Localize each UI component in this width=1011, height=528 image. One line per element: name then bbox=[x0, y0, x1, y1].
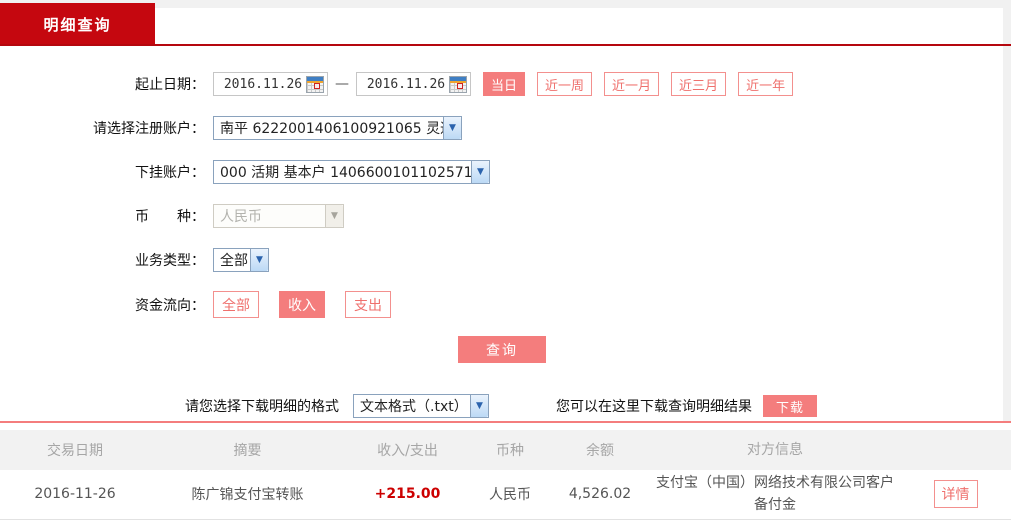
register-account-row: 请选择注册账户： 南平 6222001406100921065 灵通卡 ▼ bbox=[0, 115, 1004, 141]
detail-query-page: 明细查询 起止日期： 2016.11.26 — 2016.11.26 当日 近一… bbox=[0, 0, 1011, 528]
chevron-down-icon: ▼ bbox=[325, 205, 343, 227]
sub-account-value: 000 活期 基本户 1406600101102571848 bbox=[214, 162, 471, 182]
date-to-input[interactable]: 2016.11.26 bbox=[356, 72, 471, 96]
table-row: 2016-11-26 陈广锦支付宝转账 +215.00 人民币 4,526.02… bbox=[0, 470, 1011, 520]
date-separator: — bbox=[335, 76, 349, 92]
header-amount: 收入/支出 bbox=[345, 438, 470, 462]
right-gray-strip bbox=[1003, 8, 1011, 422]
fund-flow-row: 资金流向： 全部 收入 支出 bbox=[0, 291, 1004, 318]
query-button[interactable]: 查询 bbox=[458, 336, 546, 363]
register-account-label: 请选择注册账户： bbox=[0, 118, 205, 138]
tab-detail-query[interactable]: 明细查询 bbox=[0, 3, 155, 45]
calendar-icon[interactable] bbox=[449, 76, 467, 93]
download-button[interactable]: 下载 bbox=[763, 395, 817, 417]
quick-range-today-button[interactable]: 当日 bbox=[483, 72, 525, 96]
fund-flow-label: 资金流向： bbox=[0, 295, 205, 315]
row-balance: 4,526.02 bbox=[550, 484, 650, 504]
chevron-down-icon[interactable]: ▼ bbox=[250, 249, 268, 271]
row-date: 2016-11-26 bbox=[0, 484, 150, 504]
currency-row: 币 种： 人民币 ▼ bbox=[0, 203, 1004, 229]
currency-select: 人民币 ▼ bbox=[213, 204, 344, 228]
sub-account-field: 000 活期 基本户 1406600101102571848 ▼ bbox=[213, 160, 490, 184]
table-top-divider bbox=[0, 421, 1011, 423]
row-summary: 陈广锦支付宝转账 bbox=[150, 482, 345, 506]
date-range-fields: 2016.11.26 — 2016.11.26 当日 近一周 近一月 近三月 近… bbox=[213, 72, 793, 96]
row-counterparty: 支付宝（中国）网络技术有限公司客户备付金 bbox=[650, 470, 900, 519]
register-account-field: 南平 6222001406100921065 灵通卡 ▼ bbox=[213, 116, 462, 140]
detail-button[interactable]: 详情 bbox=[934, 480, 978, 508]
fund-flow-expense-button[interactable]: 支出 bbox=[345, 291, 391, 318]
business-type-value: 全部 bbox=[214, 250, 250, 270]
query-form: 起止日期： 2016.11.26 — 2016.11.26 当日 近一周 近一月… bbox=[0, 71, 1004, 418]
download-row: 请您选择下载明细的格式 文本格式（.txt） ▼ 您可以在这里下载查询明细结果 … bbox=[0, 394, 1004, 418]
download-format-value: 文本格式（.txt） bbox=[354, 396, 470, 416]
chevron-down-icon[interactable]: ▼ bbox=[443, 117, 461, 139]
sub-account-label: 下挂账户： bbox=[0, 162, 205, 182]
table-header-row: 交易日期 摘要 收入/支出 币种 余额 对方信息 bbox=[0, 430, 1011, 470]
business-type-label: 业务类型： bbox=[0, 250, 205, 270]
chevron-down-icon[interactable]: ▼ bbox=[471, 161, 489, 183]
sub-account-row: 下挂账户： 000 活期 基本户 1406600101102571848 ▼ bbox=[0, 159, 1004, 185]
currency-field: 人民币 ▼ bbox=[213, 204, 344, 228]
date-from-input[interactable]: 2016.11.26 bbox=[213, 72, 328, 96]
download-format-select[interactable]: 文本格式（.txt） ▼ bbox=[353, 394, 489, 418]
tab-underline bbox=[0, 44, 1011, 46]
fund-flow-all-button[interactable]: 全部 bbox=[213, 291, 259, 318]
row-detail-cell: 详情 bbox=[900, 478, 1011, 510]
row-amount: +215.00 bbox=[345, 484, 470, 504]
business-type-select[interactable]: 全部 ▼ bbox=[213, 248, 269, 272]
header-summary: 摘要 bbox=[150, 438, 345, 462]
quick-range-year-button[interactable]: 近一年 bbox=[738, 72, 793, 96]
header-counterparty: 对方信息 bbox=[650, 437, 900, 463]
header-currency: 币种 bbox=[470, 438, 550, 462]
results-table: 交易日期 摘要 收入/支出 币种 余额 对方信息 2016-11-26 陈广锦支… bbox=[0, 430, 1011, 520]
register-account-value: 南平 6222001406100921065 灵通卡 bbox=[214, 118, 443, 138]
header-date: 交易日期 bbox=[0, 438, 150, 462]
date-range-label: 起止日期： bbox=[0, 74, 205, 94]
register-account-select[interactable]: 南平 6222001406100921065 灵通卡 ▼ bbox=[213, 116, 462, 140]
download-hint: 您可以在这里下载查询明细结果 bbox=[556, 396, 752, 416]
calendar-icon[interactable] bbox=[306, 76, 324, 93]
currency-value: 人民币 bbox=[214, 206, 325, 226]
download-format-label: 请您选择下载明细的格式 bbox=[185, 396, 339, 416]
currency-label: 币 种： bbox=[0, 206, 205, 226]
quick-range-week-button[interactable]: 近一周 bbox=[537, 72, 592, 96]
sub-account-select[interactable]: 000 活期 基本户 1406600101102571848 ▼ bbox=[213, 160, 490, 184]
date-to-value[interactable]: 2016.11.26 bbox=[363, 77, 449, 92]
quick-range-3months-button[interactable]: 近三月 bbox=[671, 72, 726, 96]
fund-flow-options: 全部 收入 支出 bbox=[213, 291, 411, 318]
date-range-row: 起止日期： 2016.11.26 — 2016.11.26 当日 近一周 近一月… bbox=[0, 71, 1004, 97]
quick-range-month-button[interactable]: 近一月 bbox=[604, 72, 659, 96]
business-type-row: 业务类型： 全部 ▼ bbox=[0, 247, 1004, 273]
header-balance: 余额 bbox=[550, 438, 650, 462]
chevron-down-icon[interactable]: ▼ bbox=[470, 395, 488, 417]
header-detail-spacer bbox=[900, 448, 1011, 452]
fund-flow-income-button[interactable]: 收入 bbox=[279, 291, 325, 318]
row-currency: 人民币 bbox=[470, 482, 550, 506]
business-type-field: 全部 ▼ bbox=[213, 248, 269, 272]
date-from-value[interactable]: 2016.11.26 bbox=[220, 77, 306, 92]
